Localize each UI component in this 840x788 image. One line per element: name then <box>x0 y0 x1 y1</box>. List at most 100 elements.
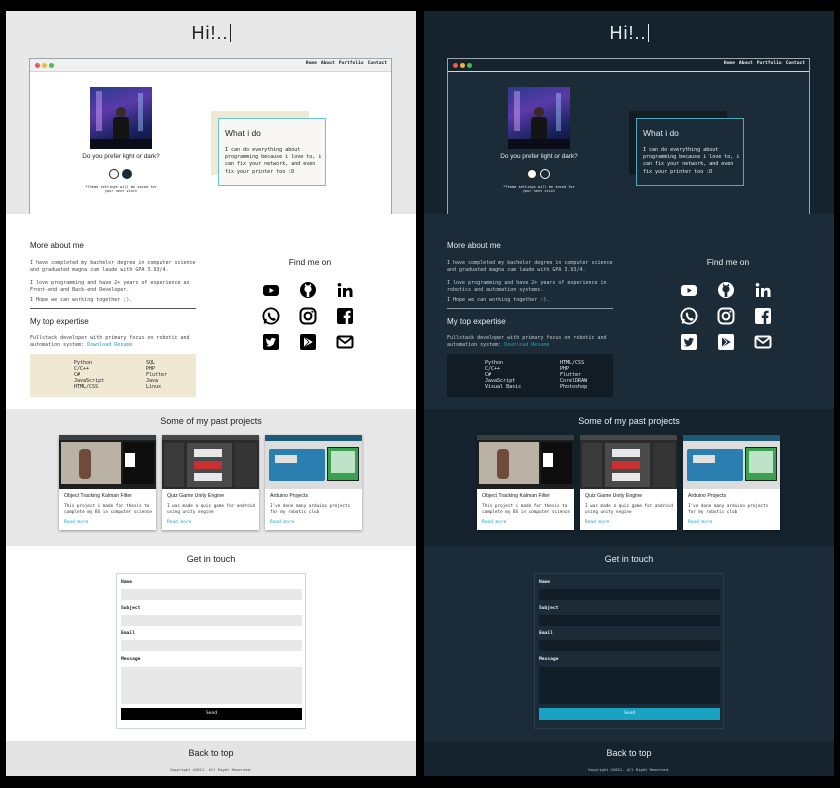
email-input[interactable] <box>121 640 302 651</box>
facebook-icon[interactable] <box>754 307 772 325</box>
expertise-text: Fullstack developer with primary focus o… <box>447 335 607 348</box>
theme-question: Do you prefer light or dark? <box>500 153 578 160</box>
back-to-top-link[interactable]: Back to top <box>424 748 834 758</box>
linkedin-icon[interactable] <box>336 281 354 299</box>
instagram-icon[interactable] <box>717 307 735 325</box>
project-card[interactable]: Arduino Projects I've done many arduino p… <box>265 435 362 530</box>
linkedin-icon[interactable] <box>754 281 772 299</box>
whatsapp-icon[interactable] <box>680 307 698 325</box>
light-theme-toggle[interactable] <box>527 169 537 179</box>
project-card[interactable]: Object Tracking Kalman Filter This projec… <box>477 435 574 530</box>
maximize-dot-icon <box>467 63 472 68</box>
message-textarea[interactable] <box>539 667 720 704</box>
download-resume-link[interactable]: Download Resume <box>87 342 132 348</box>
browser-titlebar: Home About Portfolio Contact <box>448 59 809 72</box>
about-paragraph-1: I have completed my bachelor degree in c… <box>447 260 613 273</box>
subject-input[interactable] <box>121 615 302 626</box>
nav-home[interactable]: Home <box>306 61 317 66</box>
download-resume-link[interactable]: Download Resume <box>504 342 549 348</box>
project-card[interactable]: Arduino Projects I've done many arduino p… <box>683 435 780 530</box>
nav-contact[interactable]: Contact <box>786 61 805 66</box>
github-icon[interactable] <box>717 281 735 299</box>
instagram-icon[interactable] <box>299 307 317 325</box>
nav-home[interactable]: Home <box>724 61 735 66</box>
skills-left: Python C/C++ C# JavaScript HTML/CSS <box>74 360 104 390</box>
skills-table: Python C/C++ C# JavaScript Visual Basic HTML… <box>447 354 613 397</box>
theme-note: *Theme settings will be saved for your n… <box>85 185 157 193</box>
twitter-icon[interactable] <box>680 333 698 351</box>
project-thumbnail <box>265 435 362 489</box>
email-input[interactable] <box>539 640 720 651</box>
project-title: Quiz Game Unity Engine <box>585 493 643 499</box>
youtube-icon[interactable] <box>680 281 698 299</box>
send-button[interactable]: Send <box>539 708 720 720</box>
footer: Back to top Copyright ©2021. All Right R… <box>6 741 416 776</box>
read-more-link[interactable]: Read more <box>688 520 712 525</box>
projects-section: Some of my past projects Object Tracking… <box>424 409 834 546</box>
facebook-icon[interactable] <box>336 307 354 325</box>
name-input[interactable] <box>121 589 302 600</box>
message-textarea[interactable] <box>121 667 302 704</box>
what-i-do-title: What i do <box>643 128 679 138</box>
skill-item: Linux <box>146 384 162 391</box>
dark-theme-toggle[interactable] <box>540 169 550 179</box>
email-icon[interactable] <box>336 333 354 351</box>
read-more-link[interactable]: Read more <box>270 520 294 525</box>
what-i-do-card: What i do I can do everything about prog… <box>636 118 744 186</box>
copyright-text: Copyright ©2021. All Right Reserved. <box>169 767 253 772</box>
dark-theme-page: Hi!.. Home About Portfolio Contact Do you p… <box>424 11 834 776</box>
about-section: More about me I have completed my bachel… <box>6 214 416 409</box>
browser-mockup: Home About Portfolio Contact Do you prefer … <box>29 58 392 214</box>
email-label: Email <box>121 631 135 636</box>
browser-mockup: Home About Portfolio Contact Do you prefer … <box>447 58 810 214</box>
project-title: Object Tracking Kalman Filter <box>64 493 133 499</box>
back-to-top-link[interactable]: Back to top <box>6 748 416 758</box>
skill-item: HTML/CSS <box>74 384 99 391</box>
project-card[interactable]: Quiz Game Unity Engine I was made a quiz … <box>580 435 677 530</box>
nav-about[interactable]: About <box>739 61 753 66</box>
hero-section: Hi!.. Home About Portfolio Contact Do you p… <box>6 11 416 214</box>
about-section: More about me I have completed my bachel… <box>424 214 834 409</box>
name-input[interactable] <box>539 589 720 600</box>
skills-right: HTML/CSS PHP Flutter CorelDRAW Photoshop <box>560 360 587 390</box>
contact-section: Get in touch Name Subject Email Message … <box>6 546 416 741</box>
project-description: I was made a quiz game for android using… <box>585 504 673 515</box>
about-title: More about me <box>447 241 501 250</box>
nav-portfolio[interactable]: Portfolio <box>339 61 364 66</box>
what-i-do-text: I can do everything about programming be… <box>225 147 322 175</box>
google-play-icon[interactable] <box>299 333 317 351</box>
github-icon[interactable] <box>299 281 317 299</box>
name-label: Name <box>539 580 551 585</box>
read-more-link[interactable]: Read more <box>167 520 191 525</box>
google-play-icon[interactable] <box>717 333 735 351</box>
project-title: Arduino Projects <box>688 493 727 499</box>
subject-input[interactable] <box>539 615 720 626</box>
youtube-icon[interactable] <box>262 281 280 299</box>
email-label: Email <box>539 631 553 636</box>
nav-portfolio[interactable]: Portfolio <box>757 61 782 66</box>
whatsapp-icon[interactable] <box>262 307 280 325</box>
find-me-title: Find me on <box>288 257 332 267</box>
contact-form: Name Subject Email Message Send <box>534 573 724 729</box>
projects-title: Some of my past projects <box>160 416 262 426</box>
about-paragraph-1: I have completed my bachelor degree in c… <box>30 260 196 273</box>
email-icon[interactable] <box>754 333 772 351</box>
project-card[interactable]: Quiz Game Unity Engine I was made a quiz … <box>162 435 259 530</box>
about-title: More about me <box>30 241 84 250</box>
send-button[interactable]: Send <box>121 708 302 720</box>
light-theme-toggle[interactable] <box>109 169 119 179</box>
read-more-link[interactable]: Read more <box>585 520 609 525</box>
nav-about[interactable]: About <box>321 61 335 66</box>
dark-theme-toggle[interactable] <box>122 169 132 179</box>
read-more-link[interactable]: Read more <box>482 520 506 525</box>
copyright-text: Copyright ©2021. All Right Reserved. <box>587 767 671 772</box>
light-theme-page: Hi!.. Home About Portfolio Contact Do you p… <box>6 11 416 776</box>
nav-contact[interactable]: Contact <box>368 61 387 66</box>
read-more-link[interactable]: Read more <box>64 520 88 525</box>
skills-right: SQL PHP Flutter Java Linux <box>146 360 167 390</box>
project-card[interactable]: Object Tracking Kalman Filter This projec… <box>59 435 156 530</box>
contact-section: Get in touch Name Subject Email Message … <box>424 546 834 741</box>
screenshot-stage: Hi!.. Home About Portfolio Contact Do you p… <box>0 0 840 788</box>
twitter-icon[interactable] <box>262 333 280 351</box>
skills-table: Python C/C++ C# JavaScript HTML/CSS SQL PHP Fl… <box>30 354 196 397</box>
